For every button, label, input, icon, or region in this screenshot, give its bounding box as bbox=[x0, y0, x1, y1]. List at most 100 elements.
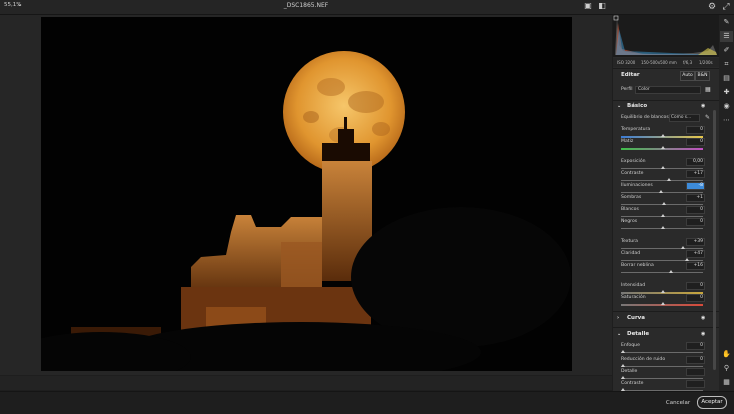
photo-preview[interactable] bbox=[41, 17, 572, 371]
slider-track[interactable] bbox=[621, 248, 703, 249]
basic-header[interactable]: ⌄ Básico ◉ bbox=[613, 103, 719, 115]
slider-track[interactable] bbox=[621, 180, 703, 181]
slider-value-field[interactable]: 0,00 bbox=[686, 158, 705, 166]
slider-label: Intensidad bbox=[621, 283, 646, 288]
zoom-tool-icon[interactable]: ⚲ bbox=[720, 363, 733, 374]
slider-track[interactable] bbox=[621, 390, 703, 391]
slider-value-field[interactable]: +39 bbox=[686, 238, 705, 246]
sliders-icon[interactable]: ☰ bbox=[720, 31, 733, 42]
eye-icon[interactable]: ◉ bbox=[701, 331, 705, 337]
slider-thumb[interactable] bbox=[661, 290, 665, 293]
slider-value-field[interactable]: -8 bbox=[686, 182, 705, 190]
edit-header: Editar Auto B&N bbox=[613, 71, 719, 84]
slider-thumb[interactable] bbox=[667, 178, 671, 181]
slider-label: Reducción de ruido bbox=[621, 357, 666, 362]
eyedropper-icon[interactable]: ✎ bbox=[720, 17, 733, 28]
redeye-icon[interactable]: ◉ bbox=[720, 101, 733, 112]
wb-select[interactable]: Como s... bbox=[669, 114, 700, 122]
slider-value-field[interactable]: +1 bbox=[686, 194, 705, 202]
slider-thumb[interactable] bbox=[681, 246, 685, 249]
slider-track[interactable] bbox=[621, 366, 703, 367]
slider-value-field[interactable]: 0 bbox=[686, 282, 705, 290]
slider-track[interactable] bbox=[621, 272, 703, 273]
crop-icon[interactable]: ⌗ bbox=[720, 59, 733, 70]
slider-row[interactable]: Contraste bbox=[621, 380, 713, 391]
slider-thumb[interactable] bbox=[661, 226, 665, 229]
status-bar bbox=[0, 376, 612, 390]
slider-track[interactable] bbox=[621, 352, 703, 353]
chevron-right-icon[interactable]: › bbox=[617, 315, 619, 321]
slider-track[interactable] bbox=[621, 260, 703, 261]
curve-header[interactable]: › Curva ◉ bbox=[613, 315, 719, 327]
slider-value-field[interactable]: +47 bbox=[686, 250, 705, 258]
slider-thumb[interactable] bbox=[662, 202, 666, 205]
slider-thumb[interactable] bbox=[685, 258, 689, 261]
exif-iso: ISO 3200 bbox=[617, 60, 636, 65]
slider-thumb[interactable] bbox=[661, 146, 665, 149]
panel-scrollbar[interactable] bbox=[713, 110, 716, 370]
slider-value-field[interactable]: 0 bbox=[686, 126, 705, 134]
grid-icon[interactable]: ▦ bbox=[720, 377, 733, 388]
slider-row[interactable]: Matiz 0 bbox=[621, 138, 713, 151]
auto-button[interactable]: Auto bbox=[680, 71, 695, 81]
eye-icon[interactable]: ◉ bbox=[701, 103, 705, 109]
slider-row[interactable]: Saturación 0 bbox=[621, 294, 713, 307]
edit-title: Editar bbox=[621, 72, 640, 78]
slider-thumb[interactable] bbox=[669, 270, 673, 273]
slider-label: Contraste bbox=[621, 171, 644, 176]
detail-title: Detalle bbox=[627, 331, 650, 337]
slider-value-field[interactable]: +17 bbox=[686, 170, 705, 178]
chevron-down-icon[interactable]: ⌄ bbox=[617, 103, 621, 109]
slider-label: Enfoque bbox=[621, 343, 640, 348]
slider-thumb[interactable] bbox=[621, 388, 625, 391]
slider-value-field[interactable]: 0 bbox=[686, 342, 705, 350]
before-after-icon[interactable]: ◧ bbox=[597, 1, 607, 11]
gear-icon[interactable]: ⚙ bbox=[706, 1, 718, 13]
slider-value-field[interactable]: +16 bbox=[686, 262, 705, 270]
basic-title: Básico bbox=[627, 103, 648, 109]
slider-label: Contraste bbox=[621, 381, 644, 386]
more-icon[interactable]: ⋯ bbox=[720, 115, 733, 126]
photo-image bbox=[41, 17, 572, 371]
slider-row[interactable]: Borrar neblina +16 bbox=[621, 262, 713, 275]
slider-row[interactable]: Negros 0 bbox=[621, 218, 713, 231]
brush-icon[interactable]: ✐ bbox=[720, 45, 733, 56]
profile-select[interactable]: Color bbox=[635, 86, 701, 94]
accept-button[interactable]: Aceptar bbox=[697, 396, 727, 409]
slider-value-field[interactable]: 0 bbox=[686, 218, 705, 226]
wb-label: Equilibrio de blancos bbox=[621, 115, 669, 120]
slider-thumb[interactable] bbox=[661, 166, 665, 169]
fit-view-icon[interactable]: ▣ bbox=[583, 1, 593, 11]
slider-value-field[interactable] bbox=[686, 368, 705, 376]
slider-value-field[interactable]: 0 bbox=[686, 294, 705, 302]
slider-thumb[interactable] bbox=[621, 350, 625, 353]
chevron-down-icon[interactable]: ⌄ bbox=[617, 331, 621, 337]
slider-thumb[interactable] bbox=[621, 364, 625, 367]
slider-value-field[interactable]: 0 bbox=[686, 206, 705, 214]
slider-row[interactable]: Enfoque 0 bbox=[621, 342, 713, 355]
slider-thumb[interactable] bbox=[621, 376, 625, 379]
profile-row[interactable]: Perfil Color ▦ bbox=[621, 86, 713, 99]
slider-label: Negros bbox=[621, 219, 638, 224]
expand-icon[interactable]: ⤢ bbox=[720, 1, 732, 13]
slider-label: Blancos bbox=[621, 207, 639, 212]
window-title: _DSC1865.NEF bbox=[283, 2, 329, 9]
profile-browser-icon[interactable]: ▦ bbox=[705, 86, 711, 93]
profile-label: Perfil bbox=[621, 87, 633, 92]
cancel-button[interactable]: Cancelar bbox=[664, 398, 692, 408]
heal-icon[interactable]: ✚ bbox=[720, 87, 733, 98]
slider-track[interactable] bbox=[621, 378, 703, 379]
slider-value-field[interactable]: 0 bbox=[686, 356, 705, 364]
eyedropper-icon[interactable]: ✎ bbox=[705, 114, 710, 121]
slider-value-field[interactable]: 0 bbox=[686, 138, 705, 146]
bw-button[interactable]: B&N bbox=[695, 71, 710, 81]
slider-value-field[interactable] bbox=[686, 380, 705, 388]
slider-thumb[interactable] bbox=[659, 190, 663, 193]
hand-icon[interactable]: ✋ bbox=[720, 349, 733, 360]
slider-thumb[interactable] bbox=[661, 134, 665, 137]
slider-thumb[interactable] bbox=[661, 302, 665, 305]
slider-thumb[interactable] bbox=[661, 214, 665, 217]
chevron-down-icon[interactable]: ⌄ bbox=[17, 1, 22, 8]
mask-icon[interactable]: ▤ bbox=[720, 73, 733, 84]
eye-icon[interactable]: ◉ bbox=[701, 315, 705, 321]
